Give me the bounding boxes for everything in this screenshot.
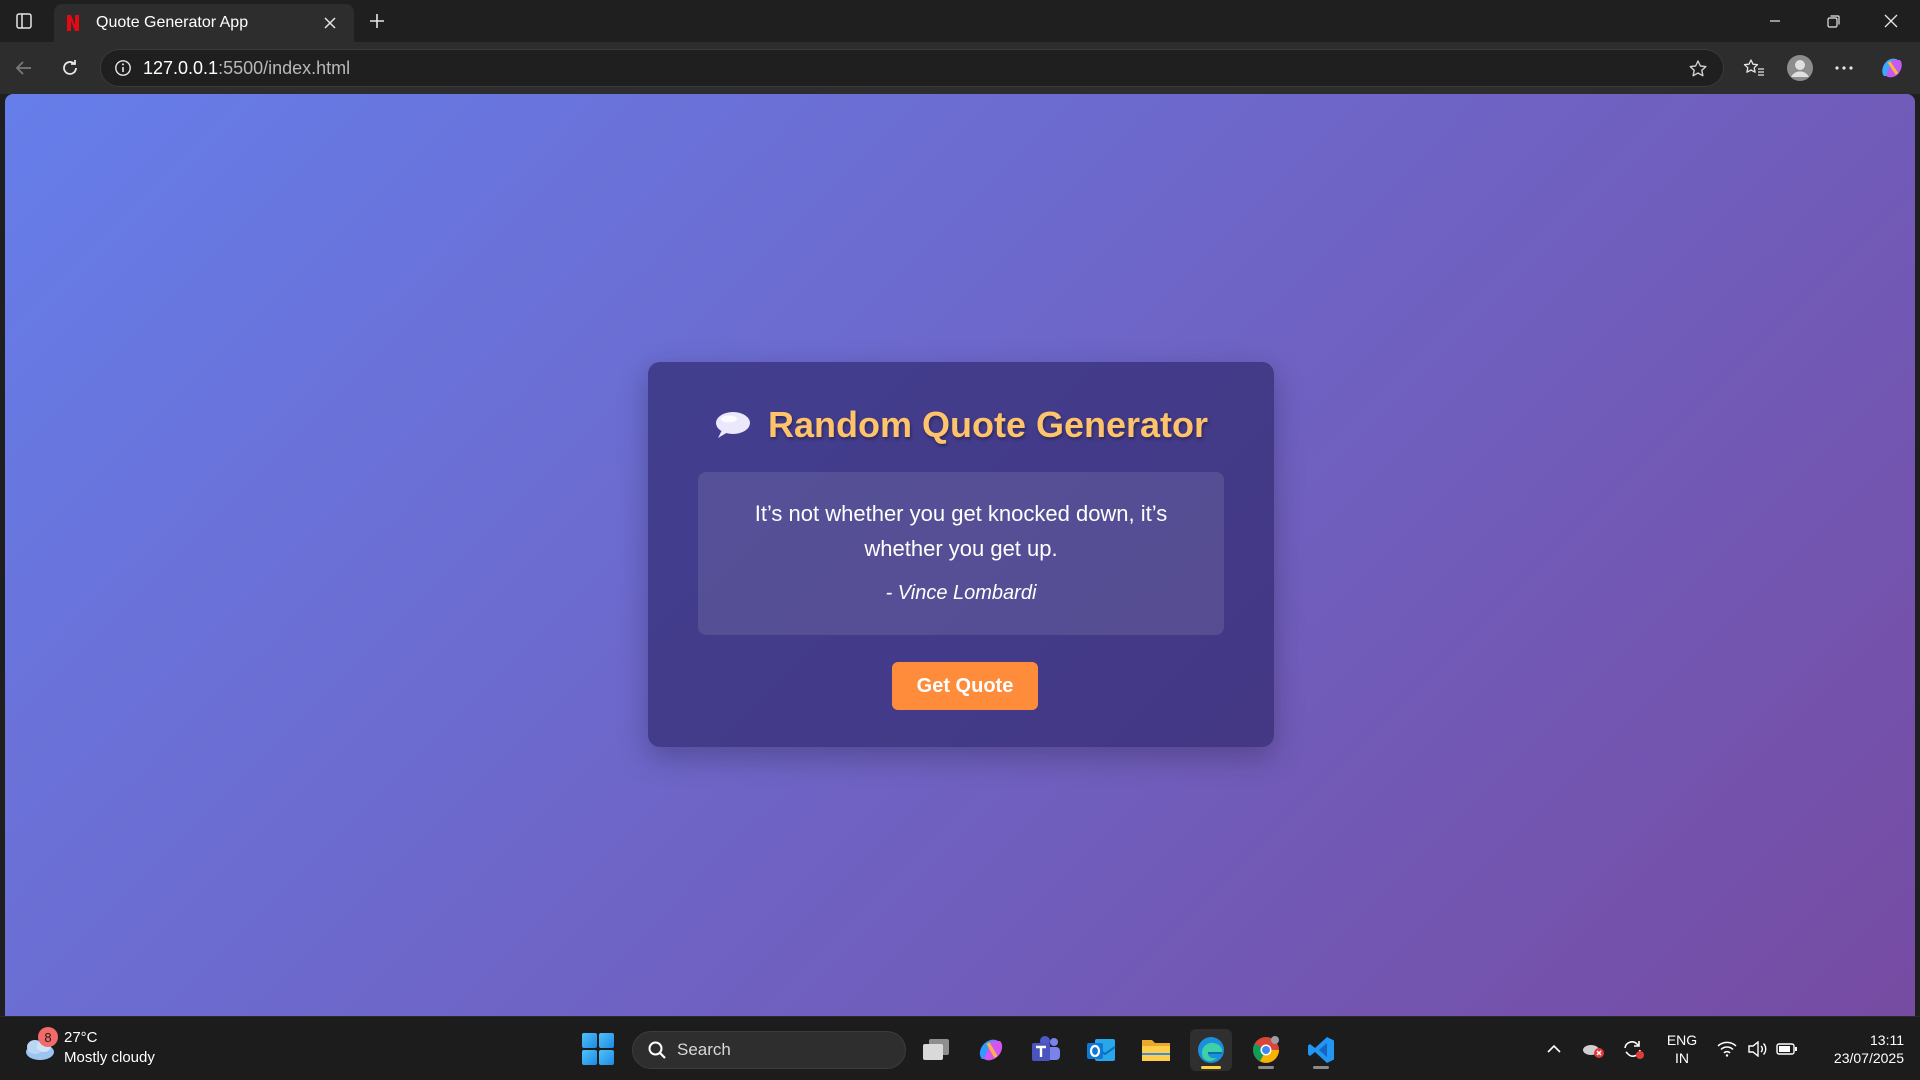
browser-tab-active[interactable]: Quote Generator App: [54, 4, 354, 42]
windows-logo-tile: [582, 1050, 597, 1065]
page-viewport: Random Quote Generator It’s not whether …: [5, 94, 1915, 1016]
page-title-row: Random Quote Generator: [648, 404, 1274, 446]
battery-icon: [1776, 1043, 1797, 1055]
chrome-icon: [1253, 1036, 1279, 1063]
edge-app-button[interactable]: [1190, 1029, 1232, 1071]
profile-avatar-icon: [1787, 55, 1813, 81]
wifi-tray-button[interactable]: [1714, 1031, 1740, 1067]
outlook-icon: [1087, 1039, 1116, 1061]
running-app-indicator: [1258, 1066, 1274, 1069]
folder-icon: [1142, 1040, 1170, 1061]
quote-text: It’s not whether you get knocked down, i…: [754, 501, 1168, 561]
close-icon: [1884, 14, 1898, 28]
task-view-button[interactable]: [915, 1029, 957, 1071]
show-hidden-icons-button[interactable]: [1540, 1031, 1568, 1067]
edge-icon: [1198, 1037, 1224, 1063]
teams-icon: [1032, 1036, 1060, 1061]
url-path: :5500/index.html: [218, 57, 351, 78]
address-bar[interactable]: 127.0.0.1:5500/index.html: [100, 49, 1724, 87]
onedrive-tray-button[interactable]: [1578, 1031, 1608, 1067]
plus-icon: [370, 14, 384, 28]
search-icon: [647, 1040, 667, 1060]
battery-tray-button[interactable]: [1774, 1031, 1800, 1067]
back-button[interactable]: [6, 50, 42, 86]
get-quote-button[interactable]: Get Quote: [892, 662, 1038, 710]
favorites-list-icon: [1743, 59, 1764, 76]
netflix-favicon-icon: [66, 14, 82, 32]
taskbar-search-box[interactable]: Search: [632, 1031, 906, 1069]
new-tab-button[interactable]: [360, 6, 394, 36]
volume-tray-button[interactable]: [1744, 1031, 1770, 1067]
reload-icon: [63, 60, 77, 75]
vscode-app-button[interactable]: [1300, 1029, 1342, 1071]
quote-box: It’s not whether you get knocked down, i…: [698, 472, 1224, 635]
minimize-icon: [1770, 20, 1780, 22]
sync-icon: [1624, 1041, 1644, 1059]
cloud-error-icon: [1583, 1045, 1604, 1058]
tab-close-icon[interactable]: [318, 11, 342, 35]
weather-condition: Mostly cloudy: [64, 1049, 155, 1066]
arrow-left-icon: [15, 61, 31, 75]
start-button[interactable]: [582, 1033, 614, 1065]
restore-button[interactable]: [1804, 0, 1862, 42]
favorite-star-icon[interactable]: [1681, 52, 1715, 86]
task-view-icon: [923, 1039, 949, 1060]
profile-button[interactable]: [1782, 50, 1818, 86]
language-code: ENG: [1666, 1032, 1698, 1048]
clock-time: 13:11: [1870, 1032, 1904, 1048]
system-clock[interactable]: 13:11 23/07/2025: [1808, 1031, 1904, 1067]
windows-taskbar: 8 27°C Mostly cloudy Search ENG IN 13:11…: [0, 1016, 1920, 1080]
windows-logo-tile: [582, 1033, 597, 1048]
wifi-icon: [1717, 1041, 1737, 1057]
browser-toolbar: 127.0.0.1:5500/index.html: [0, 42, 1920, 94]
file-explorer-app-button[interactable]: [1135, 1029, 1177, 1071]
minimize-button[interactable]: [1746, 0, 1804, 42]
windows-logo-tile: [599, 1050, 614, 1065]
reload-button[interactable]: [52, 50, 88, 86]
site-info-icon[interactable]: [103, 49, 143, 87]
clock-date: 23/07/2025: [1833, 1050, 1904, 1066]
teams-app-button[interactable]: [1025, 1029, 1067, 1071]
url-host: 127.0.0.1: [143, 57, 219, 78]
restore-icon: [1826, 14, 1840, 28]
outlook-app-button[interactable]: [1080, 1029, 1122, 1071]
chevron-up-icon: [1547, 1044, 1561, 1053]
language-indicator[interactable]: ENG IN: [1660, 1031, 1704, 1067]
search-label: Search: [677, 1040, 731, 1059]
copilot-icon: [1882, 58, 1902, 78]
quote-card: Random Quote Generator It’s not whether …: [648, 362, 1274, 747]
speech-bubble-icon: [714, 409, 752, 441]
copilot-button[interactable]: [1874, 50, 1910, 86]
active-app-indicator: [1201, 1066, 1221, 1069]
sync-tray-button[interactable]: [1618, 1031, 1648, 1067]
tab-actions-button[interactable]: [6, 4, 42, 38]
windows-logo-tile: [599, 1033, 614, 1048]
copilot-app-icon: [979, 1039, 1003, 1061]
tab-title: Quote Generator App: [96, 14, 249, 31]
quote-author: - Vince Lombardi: [885, 582, 1037, 604]
page-title: Random Quote Generator: [767, 404, 1209, 445]
weather-widget[interactable]: 8 27°C Mostly cloudy: [20, 1027, 200, 1071]
language-region: IN: [1675, 1050, 1689, 1066]
vscode-icon: [1308, 1037, 1334, 1063]
weather-temperature: 27°C: [64, 1029, 98, 1046]
url-text: 127.0.0.1:5500/index.html: [143, 58, 350, 79]
settings-more-button[interactable]: [1826, 50, 1862, 86]
favorites-button[interactable]: [1736, 50, 1772, 86]
close-window-button[interactable]: [1862, 0, 1920, 42]
chrome-app-button[interactable]: [1245, 1029, 1287, 1071]
running-app-indicator: [1313, 1066, 1329, 1069]
tab-actions-icon: [16, 13, 32, 29]
more-dots-icon: [1835, 66, 1853, 70]
browser-titlebar: Quote Generator App: [0, 0, 1920, 42]
speaker-icon: [1748, 1041, 1767, 1057]
weather-alert-badge: 8: [38, 1027, 58, 1047]
copilot-app-button[interactable]: [970, 1029, 1012, 1071]
